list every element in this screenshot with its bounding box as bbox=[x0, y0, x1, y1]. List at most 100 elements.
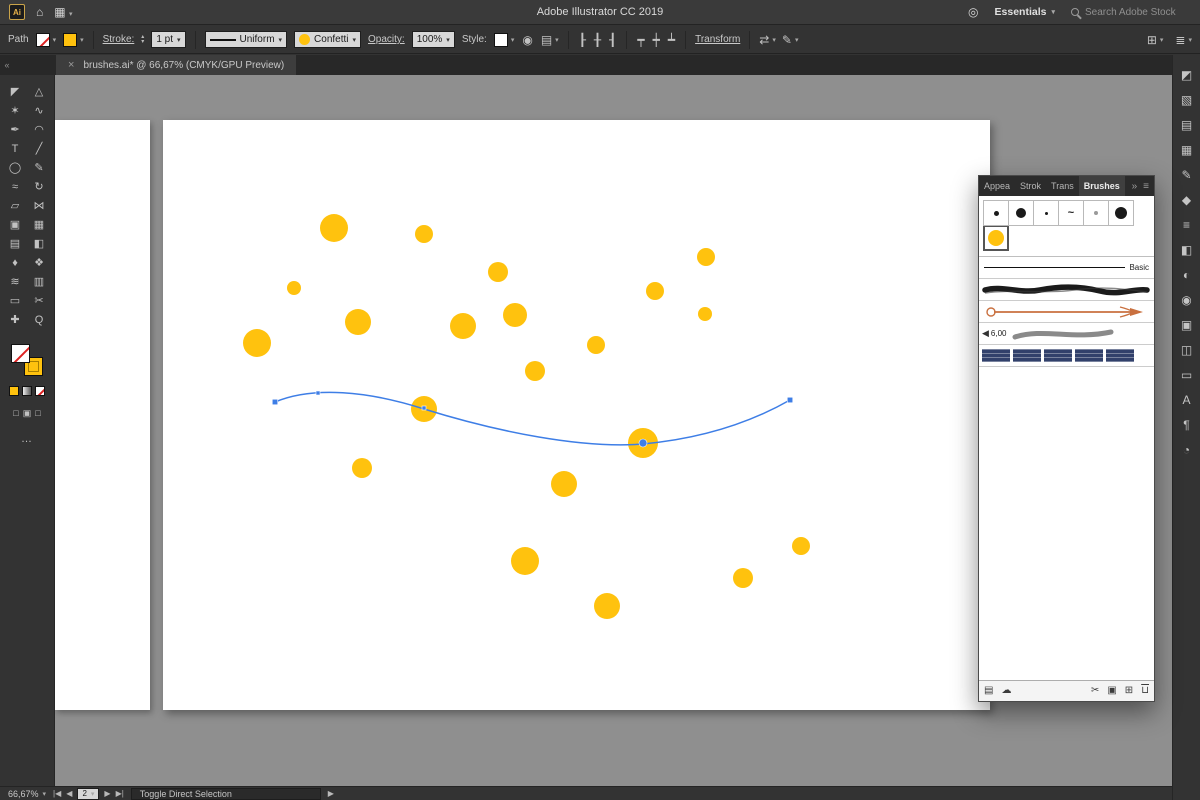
line-segment-tool[interactable]: ╱ bbox=[27, 140, 51, 159]
workspace-grid-icon[interactable]: ▦ ▾ bbox=[54, 6, 72, 18]
anchor-point[interactable] bbox=[422, 406, 426, 410]
zoom-dropdown[interactable]: 66,67% ▾ bbox=[8, 789, 46, 799]
appearance-panel-icon[interactable]: ◉ bbox=[1181, 294, 1191, 306]
paintbrush-tool[interactable]: ✎ bbox=[27, 159, 51, 178]
anchor-point[interactable] bbox=[316, 391, 320, 395]
eyedropper-tool[interactable]: ♦ bbox=[3, 254, 27, 273]
confetti-dot[interactable] bbox=[415, 225, 433, 243]
recolor-artwork-icon[interactable]: ◉ bbox=[521, 33, 533, 47]
scale-tool[interactable]: ▱ bbox=[3, 197, 27, 216]
character-panel-icon[interactable]: A bbox=[1182, 394, 1190, 406]
confetti-dot[interactable] bbox=[345, 309, 371, 335]
color-panel-icon[interactable]: ◩ bbox=[1181, 69, 1192, 81]
remove-brush-stroke-icon[interactable]: ✂ bbox=[1091, 686, 1099, 696]
calligraphic-dot-tiny[interactable] bbox=[1033, 200, 1059, 226]
none-button[interactable] bbox=[35, 386, 45, 396]
delete-brush-icon[interactable]: ⊔ bbox=[1141, 686, 1149, 696]
tab-brushes[interactable]: Brushes bbox=[1079, 176, 1125, 196]
transparency-panel-icon[interactable]: ◐ bbox=[1183, 269, 1190, 281]
slice-tool[interactable]: ✂ bbox=[27, 292, 51, 311]
type-tool[interactable]: T bbox=[3, 140, 27, 159]
magic-wand-tool[interactable]: ✶ bbox=[3, 102, 27, 121]
hand-tool[interactable]: ✚ bbox=[3, 311, 27, 330]
glyphs-panel-icon[interactable]: ◔ bbox=[1183, 444, 1190, 456]
brushes-panel-icon[interactable]: ✎ bbox=[1181, 169, 1191, 181]
anchor-point[interactable] bbox=[272, 399, 278, 405]
artboard-tool[interactable]: ▭ bbox=[3, 292, 27, 311]
confetti-brush-swatch[interactable] bbox=[983, 225, 1009, 251]
next-artboard-icon[interactable]: ▶ bbox=[104, 789, 110, 798]
prev-artboard-icon[interactable]: ◀ bbox=[66, 789, 72, 798]
shaper-tool[interactable]: ≈ bbox=[3, 178, 27, 197]
curvature-tool[interactable]: ◠ bbox=[27, 121, 51, 140]
fill-stroke-indicator[interactable] bbox=[11, 344, 43, 376]
confetti-dot[interactable] bbox=[594, 593, 620, 619]
width-profile-dropdown[interactable]: Uniform ▾ bbox=[205, 31, 288, 48]
confetti-dot[interactable] bbox=[525, 361, 545, 381]
blend-tool[interactable]: ❖ bbox=[27, 254, 51, 273]
anchor-point[interactable] bbox=[639, 439, 647, 447]
first-artboard-icon[interactable]: |◀ bbox=[53, 789, 61, 798]
confetti-dot[interactable] bbox=[352, 458, 372, 478]
fill-color-picker[interactable]: ▾ bbox=[36, 33, 57, 47]
search-input[interactable] bbox=[1085, 7, 1190, 18]
perspective-grid-tool[interactable]: ▦ bbox=[27, 216, 51, 235]
opacity-link[interactable]: Opacity: bbox=[368, 34, 405, 45]
distribute-2-icon[interactable]: ┿ bbox=[652, 33, 661, 47]
zoom-tool[interactable]: Q bbox=[27, 311, 51, 330]
layers-panel-icon[interactable]: ◫ bbox=[1181, 344, 1192, 356]
distribute-3-icon[interactable]: ┷ bbox=[667, 33, 676, 47]
shape-mode-icon[interactable]: ⇄▾ bbox=[759, 33, 776, 47]
brush-definition-icon[interactable]: ✎▾ bbox=[782, 33, 799, 47]
align-3-icon[interactable]: ┨ bbox=[608, 33, 617, 47]
scatter-brush[interactable]: ◀6,00 bbox=[979, 323, 1154, 345]
rotate-tool[interactable]: ↻ bbox=[27, 178, 51, 197]
stroke-color-picker[interactable]: ▾ bbox=[63, 33, 84, 47]
confetti-dot[interactable] bbox=[511, 547, 539, 575]
confetti-dot[interactable] bbox=[287, 281, 301, 295]
lasso-tool[interactable]: ∿ bbox=[27, 102, 51, 121]
brush-options-icon[interactable]: ▣ bbox=[1107, 686, 1116, 696]
artboard-number-field[interactable]: 2 ▾ bbox=[77, 788, 99, 800]
symbol-sprayer-tool[interactable]: ≋ bbox=[3, 273, 27, 292]
stroke-panel-icon[interactable]: ≡ bbox=[1183, 219, 1190, 231]
style-dropdown[interactable]: ▾ bbox=[494, 33, 515, 47]
mesh-tool[interactable]: ▤ bbox=[3, 235, 27, 254]
basic-brush[interactable]: Basic bbox=[979, 257, 1154, 279]
selected-path[interactable] bbox=[275, 392, 790, 445]
artboards-panel-icon[interactable]: ▭ bbox=[1181, 369, 1192, 381]
opacity-field[interactable]: 100% ▾ bbox=[412, 31, 455, 48]
confetti-dot[interactable] bbox=[792, 537, 810, 555]
new-brush-icon[interactable]: ⊞ bbox=[1125, 686, 1133, 696]
confetti-dot[interactable] bbox=[243, 329, 271, 357]
confetti-dot[interactable] bbox=[503, 303, 527, 327]
lightbulb-icon[interactable]: ◎ bbox=[968, 6, 978, 18]
libraries-panel-icon[interactable]: ☁ bbox=[1001, 686, 1011, 696]
brush-definition-dropdown[interactable]: Confetti ▾ bbox=[294, 31, 361, 48]
squiggle-brush[interactable]: ~ bbox=[1058, 200, 1084, 226]
gradient-tool[interactable]: ◧ bbox=[27, 235, 51, 254]
confetti-dot[interactable] bbox=[646, 282, 664, 300]
gradient-panel-icon[interactable]: ◧ bbox=[1181, 244, 1192, 256]
anchor-point[interactable] bbox=[787, 397, 793, 403]
transform-link[interactable]: Transform bbox=[695, 34, 740, 45]
confetti-dot[interactable] bbox=[697, 248, 715, 266]
tab-stroke[interactable]: Strok bbox=[1015, 176, 1046, 196]
calligraphic-dot-medium[interactable] bbox=[1008, 200, 1034, 226]
calligraphic-dot-large[interactable] bbox=[1108, 200, 1134, 226]
artboard-left[interactable] bbox=[55, 120, 150, 710]
last-artboard-icon[interactable]: ▶| bbox=[116, 789, 124, 798]
status-text-field[interactable]: Toggle Direct Selection bbox=[131, 788, 321, 800]
confetti-dot[interactable] bbox=[450, 313, 476, 339]
stroke-weight-field[interactable]: 1 pt ▾ bbox=[151, 31, 185, 48]
panel-menu-icon[interactable]: ≡ bbox=[1143, 181, 1149, 192]
ellipse-tool[interactable]: ◯ bbox=[3, 159, 27, 178]
panel-overflow-icon[interactable]: » bbox=[1132, 181, 1138, 192]
color-guide-icon[interactable]: ▧ bbox=[1181, 94, 1192, 106]
collapse-toolbar-icon[interactable]: « bbox=[0, 55, 14, 75]
artwork-svg[interactable] bbox=[163, 120, 990, 710]
home-icon[interactable]: ⌂ bbox=[36, 6, 43, 18]
pen-tool[interactable]: ✒ bbox=[3, 121, 27, 140]
column-graph-tool[interactable]: ▥ bbox=[27, 273, 51, 292]
libraries-icon[interactable]: ▤ bbox=[1181, 119, 1192, 131]
